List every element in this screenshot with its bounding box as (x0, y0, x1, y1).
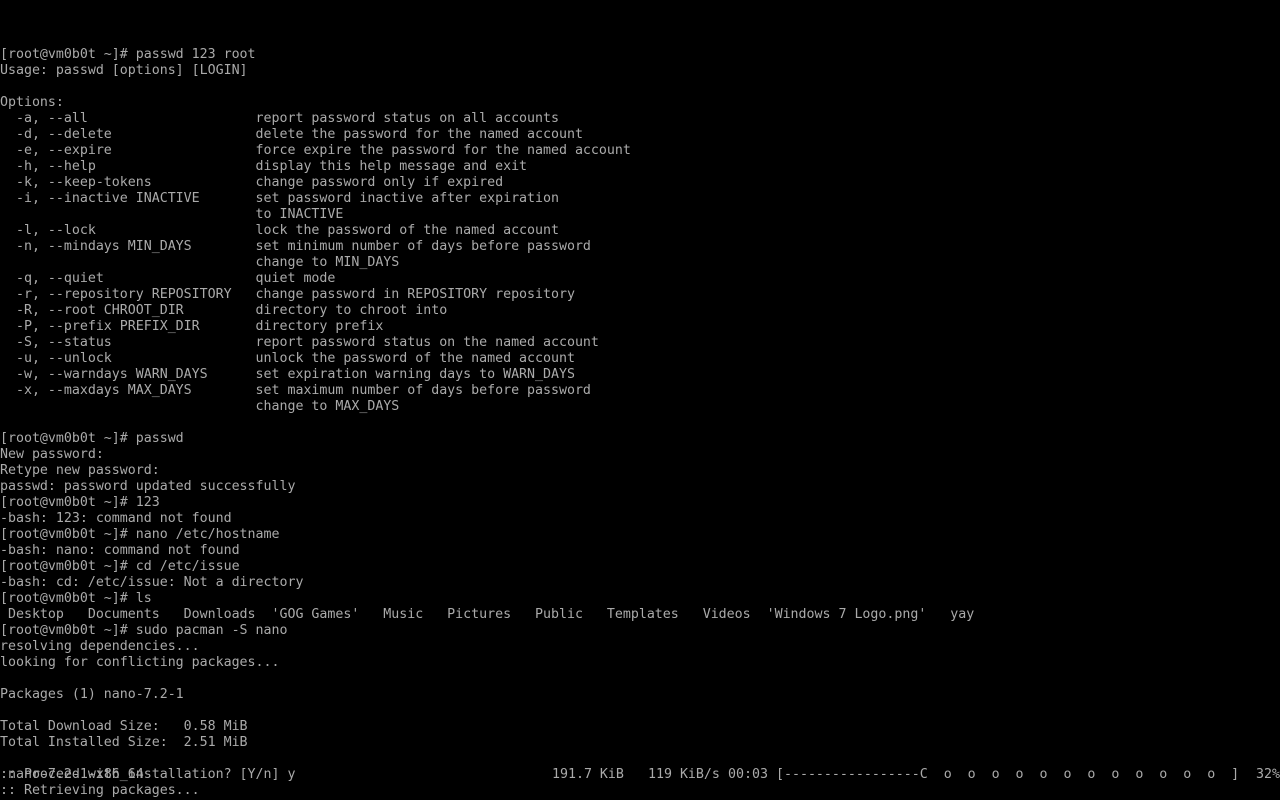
terminal-line: -R, --root CHROOT_DIR directory to chroo… (0, 303, 448, 318)
terminal-line: -S, --status report password status on t… (0, 335, 599, 350)
terminal-line: [root@vm0b0t ~]# 123 (0, 495, 160, 510)
terminal-line: -l, --lock lock the password of the name… (0, 223, 559, 238)
terminal-line: [root@vm0b0t ~]# passwd 123 root (0, 47, 256, 62)
terminal-line: [root@vm0b0t ~]# sudo pacman -S nano (0, 623, 288, 638)
terminal-line: looking for conflicting packages... (0, 655, 280, 670)
terminal-line: -d, --delete delete the password for the… (0, 127, 583, 142)
terminal-line: Desktop Documents Downloads 'GOG Games' … (0, 607, 975, 622)
download-progress-line: nano-7.2-1-x86_64 191.7 KiB 119 KiB/s 00… (0, 767, 1280, 783)
terminal-line: -a, --all report password status on all … (0, 111, 559, 126)
progress-downloaded-size: 191.7 KiB (552, 767, 624, 782)
terminal-line: [root@vm0b0t ~]# nano /etc/hostname (0, 527, 280, 542)
terminal-line: Total Installed Size: 2.51 MiB (0, 735, 248, 750)
terminal-line: to INACTIVE (0, 207, 344, 222)
terminal-output: [root@vm0b0t ~]# passwd 123 root Usage: p… (0, 47, 1280, 799)
terminal-line: :: Retrieving packages... (0, 783, 200, 798)
terminal-line: [root@vm0b0t ~]# cd /etc/issue (0, 559, 240, 574)
terminal-line: Total Download Size: 0.58 MiB (0, 719, 248, 734)
terminal-line: -i, --inactive INACTIVE set password ina… (0, 191, 559, 206)
terminal-line: Packages (1) nano-7.2-1 (0, 687, 184, 702)
terminal-line: -x, --maxdays MAX_DAYS set maximum numbe… (0, 383, 591, 398)
terminal-line: passwd: password updated successfully (0, 479, 296, 494)
progress-percent: 32% (1256, 767, 1280, 782)
terminal-line: [root@vm0b0t ~]# passwd (0, 431, 184, 446)
terminal-line: -bash: nano: command not found (0, 543, 240, 558)
terminal-line: -n, --mindays MIN_DAYS set minimum numbe… (0, 239, 591, 254)
terminal-line: -q, --quiet quiet mode (0, 271, 336, 286)
terminal-line: -h, --help display this help message and… (0, 159, 528, 174)
terminal-line: -k, --keep-tokens change password only i… (0, 175, 504, 190)
terminal-line: -bash: 123: command not found (0, 511, 232, 526)
progress-bar-pacman: [-----------------C o o o o o o o o o o … (776, 767, 1240, 782)
progress-package-name: nano-7.2-1-x86_64 (8, 767, 144, 782)
terminal-line: New password: (0, 447, 104, 462)
terminal-line: [root@vm0b0t ~]# ls (0, 591, 152, 606)
terminal-line: -w, --warndays WARN_DAYS set expiration … (0, 367, 575, 382)
terminal-line: resolving dependencies... (0, 639, 200, 654)
terminal-window[interactable]: [root@vm0b0t ~]# passwd 123 root Usage: p… (0, 0, 1280, 800)
terminal-line: -bash: cd: /etc/issue: Not a directory (0, 575, 304, 590)
terminal-line: change to MAX_DAYS (0, 399, 400, 414)
progress-eta: 00:03 (728, 767, 768, 782)
terminal-line: change to MIN_DAYS (0, 255, 400, 270)
terminal-line: Retype new password: (0, 463, 160, 478)
terminal-line: Usage: passwd [options] [LOGIN] (0, 63, 248, 78)
progress-transfer-rate: 119 KiB/s (648, 767, 720, 782)
terminal-line: -r, --repository REPOSITORY change passw… (0, 287, 575, 302)
terminal-line: -e, --expire force expire the password f… (0, 143, 631, 158)
terminal-line: Options: (0, 95, 64, 110)
terminal-line: -P, --prefix PREFIX_DIR directory prefix (0, 319, 384, 334)
terminal-line: -u, --unlock unlock the password of the … (0, 351, 575, 366)
